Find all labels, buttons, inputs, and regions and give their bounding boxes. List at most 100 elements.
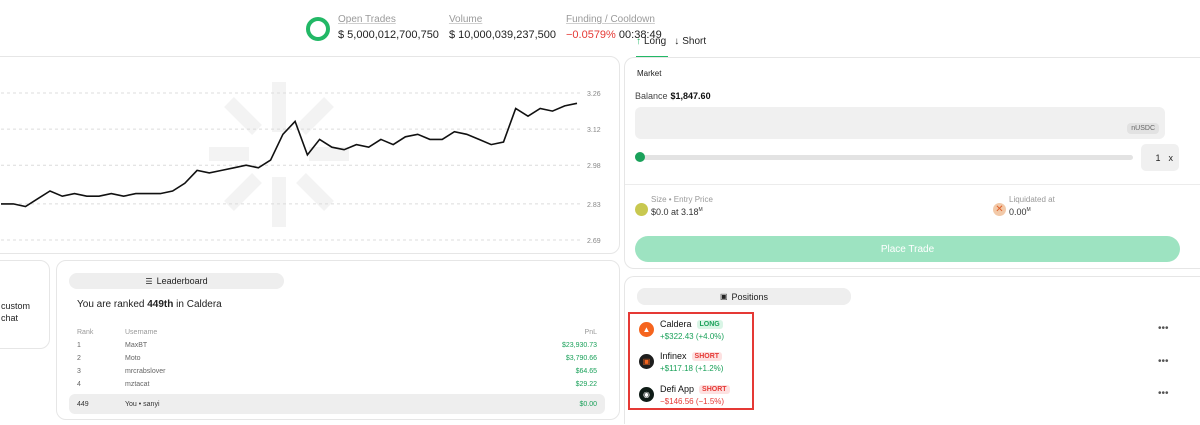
market-stats: Open Trades $ 5,000,012,700,750 Volume $… xyxy=(306,14,672,44)
infinex-logo-icon: ▣ xyxy=(639,354,654,369)
position-name-wrap: Defi App SHORT xyxy=(660,384,730,394)
leaderboard-card: ☰ Leaderboard You are ranked 449th in Ca… xyxy=(56,260,620,420)
table-row: 1 MaxBT $23,930.73 xyxy=(77,339,597,352)
place-trade-button[interactable]: Place Trade xyxy=(635,236,1180,262)
side-badge: SHORT xyxy=(699,384,730,394)
leverage-value: 1 xyxy=(1155,152,1161,163)
market-order-type[interactable]: Market xyxy=(637,69,661,78)
header-pnl: PnL xyxy=(584,329,597,336)
row-username: MaxBT xyxy=(125,342,148,349)
table-row: 2 Moto $3,790.66 xyxy=(77,352,597,365)
currency-unit: nUSDC xyxy=(1127,123,1159,134)
position-name: Defi App xyxy=(660,384,695,394)
header-username: Username xyxy=(125,329,158,336)
row-username: Moto xyxy=(125,355,141,362)
info-text-line2: chat xyxy=(1,313,19,323)
position-item-defi-app[interactable]: ◉ Defi App SHORT −$146.56 (−1.5%) xyxy=(639,384,730,406)
row-pnl: $29.22 xyxy=(575,381,597,388)
leverage-slider-handle[interactable] xyxy=(635,152,645,162)
position-item-infinex[interactable]: ▣ Infinex SHORT +$117.18 (+1.2%) xyxy=(639,351,723,373)
rank-summary: You are ranked 449th in Caldera xyxy=(77,299,222,310)
table-header: Rank Username PnL xyxy=(77,326,597,339)
position-pnl: +$322.43 (+4.0%) xyxy=(660,332,725,341)
rank-suffix: in Caldera xyxy=(176,299,222,310)
leaderboard-title: Leaderboard xyxy=(156,276,208,286)
your-pnl: $0.00 xyxy=(579,400,597,408)
row-username: mrcrabslover xyxy=(125,368,166,375)
y-tick-label: 3.26 xyxy=(587,91,601,98)
row-rank: 3 xyxy=(77,368,81,375)
row-pnl: $64.65 xyxy=(575,368,597,375)
y-tick-label: 2.83 xyxy=(587,202,601,209)
row-pnl: $3,790.66 xyxy=(565,355,597,362)
more-options-icon[interactable]: ••• xyxy=(1158,388,1169,399)
table-row: 3 mrcrabslover $64.65 xyxy=(77,365,597,378)
more-options-icon[interactable]: ••• xyxy=(1158,323,1169,334)
row-username: mztacat xyxy=(125,381,150,388)
y-tick-label: 2.98 xyxy=(587,163,601,170)
liquidation-unit: M xyxy=(1026,207,1031,213)
info-text-line1: custom xyxy=(1,301,31,311)
row-rank: 1 xyxy=(77,342,81,349)
leaderboard-table: Rank Username PnL 1 MaxBT $23,930.73 2 M… xyxy=(77,326,597,391)
arrow-down-icon: ↓ xyxy=(674,36,680,47)
position-item-caldera[interactable]: ▲ Caldera LONG +$322.43 (+4.0%) xyxy=(639,319,724,341)
amount-input[interactable]: nUSDC xyxy=(635,107,1165,139)
watermark-icon xyxy=(209,82,349,227)
positions-card: ▣ Positions ▲ Caldera LONG +$322.43 (+4.0… xyxy=(624,276,1200,424)
list-check-icon: ☰ xyxy=(145,276,153,286)
price-line xyxy=(1,102,578,208)
leverage-input[interactable]: 1 x xyxy=(1141,144,1179,171)
positions-title: Positions xyxy=(731,291,769,302)
row-rank: 4 xyxy=(77,381,81,388)
trade-card: Market Balance $1,847.60 nUSDC 1 x Size •… xyxy=(624,57,1200,269)
defi-app-logo-icon: ◉ xyxy=(639,387,654,402)
divider xyxy=(625,184,1200,185)
size-value-wrap: $0.0 at 3.18M xyxy=(651,207,713,217)
open-trades-value: $ 5,000,012,700,750 xyxy=(338,29,439,41)
tab-short[interactable]: ↓ Short xyxy=(674,36,706,47)
book-icon: ▣ xyxy=(719,292,728,301)
side-badge: LONG xyxy=(696,319,723,329)
rank-prefix: You are ranked xyxy=(77,299,145,310)
tab-long[interactable]: ↑ Long xyxy=(636,36,666,47)
position-pnl: +$117.18 (+1.2%) xyxy=(660,364,724,373)
your-username: You • sanyi xyxy=(125,400,160,408)
caldera-logo-icon: ▲ xyxy=(639,322,654,337)
y-tick-label: 3.12 xyxy=(587,127,601,134)
tab-long-label: Long xyxy=(644,36,667,47)
position-name: Caldera xyxy=(660,319,692,329)
market-logo-icon xyxy=(306,17,330,41)
position-name: Infinex xyxy=(660,351,687,361)
open-trades-label: Open Trades xyxy=(338,14,396,25)
y-tick-label: 2.69 xyxy=(587,238,601,245)
liquidation-info: ✕ Liquidated at 0.00M xyxy=(993,195,1055,217)
volume-label: Volume xyxy=(448,14,483,25)
liquidation-value: 0.00 xyxy=(1009,207,1027,217)
volume-stat: Volume $ 10,000,039,237,500 xyxy=(449,14,556,41)
liquidation-label: Liquidated at xyxy=(1009,195,1055,204)
your-rank-row: 449 You • sanyi $0.00 xyxy=(69,394,605,414)
liquidation-icon: ✕ xyxy=(993,203,1006,216)
open-trades-stat: Open Trades $ 5,000,012,700,750 xyxy=(338,14,439,41)
size-unit: M xyxy=(698,207,703,213)
more-options-icon[interactable]: ••• xyxy=(1158,356,1169,367)
side-badge: SHORT xyxy=(691,351,723,361)
row-rank: 2 xyxy=(77,355,81,362)
volume-value: $ 10,000,039,237,500 xyxy=(448,29,556,41)
your-rank: 449 xyxy=(77,400,89,408)
price-chart[interactable]: 3.26 3.12 2.98 2.83 2.69 xyxy=(0,57,621,255)
funding-label: Funding / Cooldown xyxy=(565,14,655,25)
price-chart-card: 3.26 3.12 2.98 2.83 2.69 xyxy=(0,56,620,254)
position-name-wrap: Infinex SHORT xyxy=(660,351,723,361)
leaderboard-tab[interactable]: ☰ Leaderboard xyxy=(69,273,284,289)
position-pnl: −$146.56 (−1.5%) xyxy=(660,397,725,406)
arrow-up-icon: ↑ xyxy=(636,36,641,47)
leverage-unit: x xyxy=(1168,152,1174,163)
leverage-slider[interactable] xyxy=(637,155,1133,160)
size-value: $0.0 at 3.18 xyxy=(651,207,699,217)
balance: Balance $1,847.60 xyxy=(635,91,711,101)
positions-tab[interactable]: ▣ Positions xyxy=(637,288,851,305)
liquidation-value-wrap: 0.00M xyxy=(1009,207,1055,217)
balance-label: Balance xyxy=(635,91,668,101)
